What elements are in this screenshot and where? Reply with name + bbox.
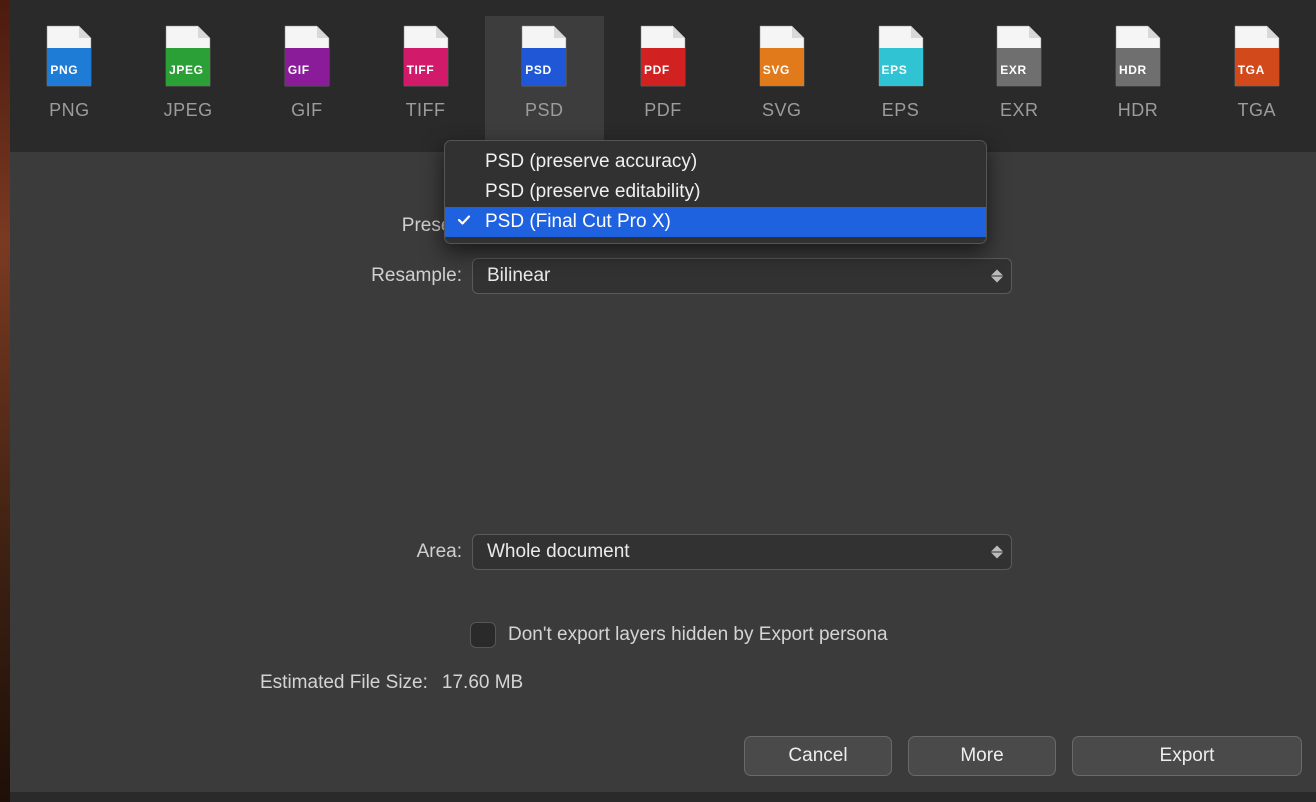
format-label: TGA bbox=[1237, 100, 1276, 121]
format-label: TIFF bbox=[406, 100, 446, 121]
format-label: GIF bbox=[291, 100, 323, 121]
format-badge: PDF bbox=[641, 62, 673, 78]
format-label: PDF bbox=[644, 100, 682, 121]
resample-row: Resample: Bilinear bbox=[322, 258, 1012, 294]
format-pdf[interactable]: PDF PDF bbox=[604, 24, 723, 121]
format-badge: PNG bbox=[47, 62, 81, 78]
format-jpeg[interactable]: JPEG JPEG bbox=[129, 24, 248, 121]
dont-export-hidden-row: Don't export layers hidden by Export per… bbox=[470, 622, 888, 648]
export-dialog: PNG PNG JPEG JPEG GIF GIF TIFF TIFF PSD PSD P… bbox=[10, 0, 1316, 792]
format-toolbar: PNG PNG JPEG JPEG GIF GIF TIFF TIFF PSD PSD P… bbox=[10, 0, 1316, 152]
stepper-icon bbox=[991, 546, 1003, 559]
format-gif[interactable]: GIF GIF bbox=[247, 24, 366, 121]
format-label: EXR bbox=[1000, 100, 1039, 121]
format-badge: JPEG bbox=[166, 62, 206, 78]
format-badge: HDR bbox=[1116, 62, 1150, 78]
dont-export-hidden-label: Don't export layers hidden by Export per… bbox=[508, 624, 888, 646]
area-label: Area: bbox=[322, 541, 462, 563]
dont-export-hidden-checkbox[interactable] bbox=[470, 622, 496, 648]
file-icon: TIFF bbox=[400, 24, 452, 88]
format-label: JPEG bbox=[164, 100, 213, 121]
format-label: HDR bbox=[1118, 100, 1159, 121]
format-badge: EXR bbox=[997, 62, 1029, 78]
format-label: PSD bbox=[525, 100, 564, 121]
file-icon: TGA bbox=[1231, 24, 1283, 88]
format-badge: TGA bbox=[1235, 62, 1268, 78]
format-svg[interactable]: SVG SVG bbox=[722, 24, 841, 121]
file-icon: EPS bbox=[875, 24, 927, 88]
area-select-value: Whole document bbox=[487, 541, 630, 563]
export-settings-panel: Preset: PSD (Final Cut Pro X) Resample: … bbox=[10, 152, 1316, 792]
area-row: Area: Whole document bbox=[322, 534, 1012, 570]
format-badge: GIF bbox=[285, 62, 313, 78]
dialog-button-bar: Cancel More Export bbox=[744, 736, 1302, 776]
format-psd[interactable]: PSD PSD bbox=[485, 16, 604, 152]
format-label: EPS bbox=[882, 100, 920, 121]
resample-select[interactable]: Bilinear bbox=[472, 258, 1012, 294]
resample-select-value: Bilinear bbox=[487, 265, 550, 287]
area-select[interactable]: Whole document bbox=[472, 534, 1012, 570]
file-icon: PNG bbox=[43, 24, 95, 88]
export-button[interactable]: Export bbox=[1072, 736, 1302, 776]
format-tiff[interactable]: TIFF TIFF bbox=[366, 24, 485, 121]
file-icon: SVG bbox=[756, 24, 808, 88]
export-button-label: Export bbox=[1160, 745, 1215, 767]
format-label: PNG bbox=[49, 100, 90, 121]
format-eps[interactable]: EPS EPS bbox=[841, 24, 960, 121]
preset-option[interactable]: PSD (preserve editability) bbox=[445, 177, 986, 207]
format-hdr[interactable]: HDR HDR bbox=[1079, 24, 1198, 121]
preset-option-label: PSD (preserve editability) bbox=[485, 181, 700, 203]
preset-option-label: PSD (Final Cut Pro X) bbox=[485, 211, 671, 233]
preset-option-label: PSD (preserve accuracy) bbox=[485, 151, 697, 173]
cancel-button-label: Cancel bbox=[788, 745, 847, 767]
file-icon: EXR bbox=[993, 24, 1045, 88]
checkmark-icon bbox=[457, 211, 471, 233]
more-button-label: More bbox=[960, 745, 1003, 767]
more-button[interactable]: More bbox=[908, 736, 1056, 776]
format-badge: SVG bbox=[760, 62, 793, 78]
format-exr[interactable]: EXR EXR bbox=[960, 24, 1079, 121]
stepper-icon bbox=[991, 270, 1003, 283]
format-tga[interactable]: TGA TGA bbox=[1197, 24, 1316, 121]
preset-dropdown-menu[interactable]: PSD (preserve accuracy) PSD (preserve edi… bbox=[444, 140, 987, 244]
cancel-button[interactable]: Cancel bbox=[744, 736, 892, 776]
file-icon: HDR bbox=[1112, 24, 1164, 88]
file-icon: PSD bbox=[518, 24, 570, 88]
file-icon: GIF bbox=[281, 24, 333, 88]
format-badge: PSD bbox=[522, 62, 554, 78]
format-badge: TIFF bbox=[404, 62, 438, 78]
preset-option[interactable]: PSD (Final Cut Pro X) bbox=[445, 207, 986, 237]
window-edge-decoration bbox=[0, 0, 10, 802]
file-icon: JPEG bbox=[162, 24, 214, 88]
format-label: SVG bbox=[762, 100, 802, 121]
file-icon: PDF bbox=[637, 24, 689, 88]
estimated-file-size-value: 17.60 MB bbox=[442, 672, 523, 694]
resample-label: Resample: bbox=[322, 265, 462, 287]
preset-option[interactable]: PSD (preserve accuracy) bbox=[445, 147, 986, 177]
format-png[interactable]: PNG PNG bbox=[10, 24, 129, 121]
format-badge: EPS bbox=[879, 62, 911, 78]
estimated-file-size-row: Estimated File Size: 17.60 MB bbox=[260, 672, 523, 694]
estimated-file-size-label: Estimated File Size: bbox=[260, 672, 428, 694]
preset-label: Preset: bbox=[322, 215, 462, 237]
